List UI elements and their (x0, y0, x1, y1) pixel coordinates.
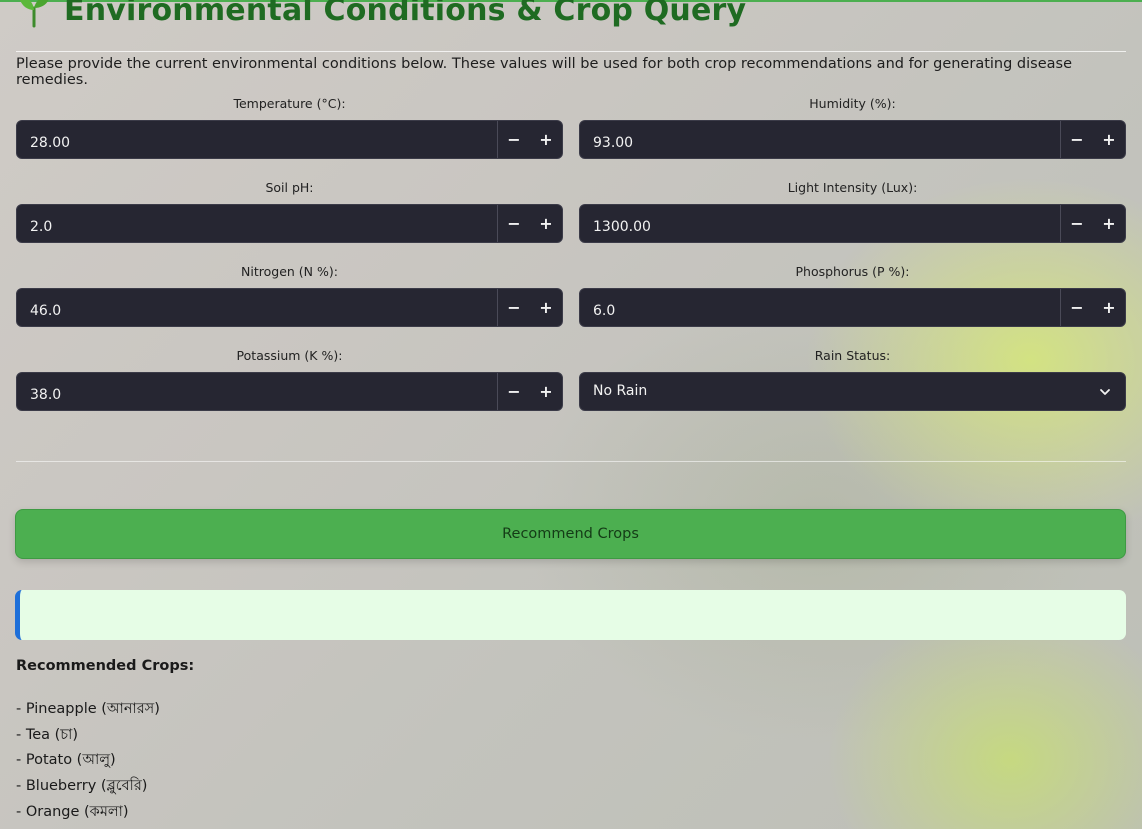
sprout-icon (20, 0, 49, 28)
form-divider (16, 461, 1126, 462)
recommended-crops-heading: Recommended Crops: (16, 658, 195, 674)
humidity-increment-button[interactable]: + (1093, 121, 1125, 158)
soil-ph-field: Soil pH: 2.0 − + (16, 179, 563, 243)
list-item: - Orange (কমলা) (16, 803, 129, 820)
rain-status-select[interactable]: No Rain (579, 372, 1126, 411)
soil-ph-input[interactable]: 2.0 (17, 205, 497, 242)
light-intensity-label: Light Intensity (Lux): (787, 180, 918, 195)
nitrogen-decrement-button[interactable]: − (498, 289, 530, 326)
rain-status-label: Rain Status: (814, 348, 891, 363)
light-intensity-decrement-button[interactable]: − (1061, 205, 1093, 242)
list-item: - Pineapple (আনারস) (16, 701, 160, 717)
nitrogen-input-box: 46.0 − + (16, 288, 563, 327)
humidity-input[interactable]: 93.00 (580, 121, 1060, 158)
title-divider (16, 51, 1126, 52)
phosphorus-stepper: − + (1060, 289, 1125, 326)
potassium-input-box: 38.0 − + (16, 372, 563, 411)
soil-ph-label: Soil pH: (265, 180, 314, 195)
rain-status-value: No Rain (593, 383, 648, 399)
nitrogen-stepper: − + (497, 289, 562, 326)
soil-ph-decrement-button[interactable]: − (498, 205, 530, 242)
recommended-crops-list: - Pineapple (আনারস) - Tea (চা) - Potato … (16, 697, 160, 825)
page-title: Environmental Conditions & Crop Query (64, 0, 747, 28)
phosphorus-decrement-button[interactable]: − (1061, 289, 1093, 326)
temperature-input[interactable]: 28.00 (17, 121, 497, 158)
temperature-increment-button[interactable]: + (530, 121, 562, 158)
potassium-field: Potassium (K %): 38.0 − + (16, 347, 563, 411)
potassium-stepper: − + (497, 373, 562, 410)
list-item: - Tea (চা) (16, 726, 78, 743)
light-intensity-input[interactable]: 1300.00 (580, 205, 1060, 242)
humidity-label: Humidity (%): (809, 96, 896, 111)
soil-ph-stepper: − + (497, 205, 562, 242)
result-info-box (15, 590, 1126, 640)
phosphorus-input-box: 6.0 − + (579, 288, 1126, 327)
temperature-input-box: 28.00 − + (16, 120, 563, 159)
list-item: - Blueberry (ব্লুবেরি) (16, 778, 148, 795)
recommend-crops-button[interactable]: Recommend Crops (15, 509, 1126, 559)
humidity-stepper: − + (1060, 121, 1125, 158)
list-item: - Potato (আলু) (16, 752, 116, 769)
potassium-input[interactable]: 38.0 (17, 373, 497, 410)
nitrogen-increment-button[interactable]: + (530, 289, 562, 326)
temperature-decrement-button[interactable]: − (498, 121, 530, 158)
intro-text: Please provide the current environmental… (16, 56, 1072, 88)
potassium-decrement-button[interactable]: − (498, 373, 530, 410)
soil-ph-increment-button[interactable]: + (530, 205, 562, 242)
nitrogen-field: Nitrogen (N %): 46.0 − + (16, 263, 563, 327)
soil-ph-input-box: 2.0 − + (16, 204, 563, 243)
rain-status-field: Rain Status: No Rain (579, 347, 1126, 411)
temperature-field: Temperature (°C): 28.00 − + (16, 95, 563, 159)
light-intensity-input-box: 1300.00 − + (579, 204, 1126, 243)
light-intensity-stepper: − + (1060, 205, 1125, 242)
nitrogen-label: Nitrogen (N %): (241, 264, 338, 279)
light-intensity-field: Light Intensity (Lux): 1300.00 − + (579, 179, 1126, 243)
phosphorus-increment-button[interactable]: + (1093, 289, 1125, 326)
potassium-label: Potassium (K %): (236, 348, 343, 363)
phosphorus-field: Phosphorus (P %): 6.0 − + (579, 263, 1126, 327)
nitrogen-input[interactable]: 46.0 (17, 289, 497, 326)
potassium-increment-button[interactable]: + (530, 373, 562, 410)
humidity-decrement-button[interactable]: − (1061, 121, 1093, 158)
light-intensity-increment-button[interactable]: + (1093, 205, 1125, 242)
temperature-stepper: − + (497, 121, 562, 158)
temperature-label: Temperature (°C): (233, 96, 346, 111)
humidity-field: Humidity (%): 93.00 − + (579, 95, 1126, 159)
humidity-input-box: 93.00 − + (579, 120, 1126, 159)
phosphorus-label: Phosphorus (P %): (795, 264, 910, 279)
page-header: Environmental Conditions & Crop Query (16, 0, 746, 28)
chevron-down-icon (1085, 373, 1125, 410)
phosphorus-input[interactable]: 6.0 (580, 289, 1060, 326)
